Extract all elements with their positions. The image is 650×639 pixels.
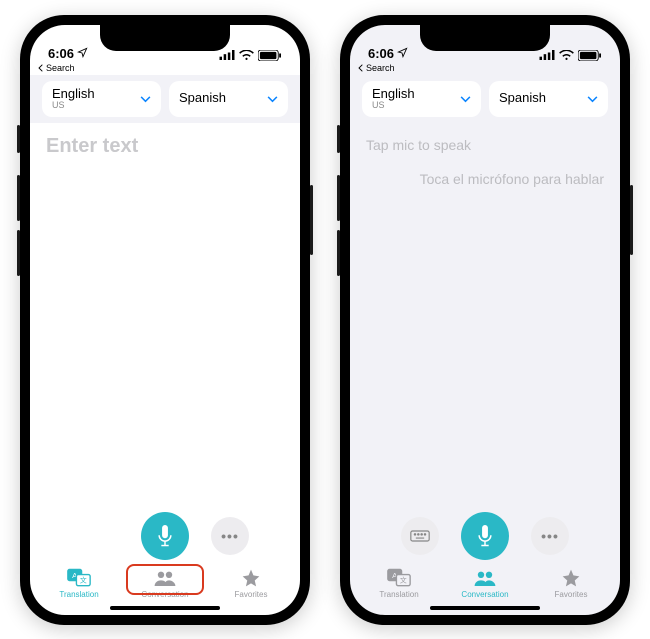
source-language-button[interactable]: English US: [362, 81, 481, 117]
tab-favorites-label: Favorites: [555, 590, 588, 599]
source-language-region: US: [52, 101, 95, 111]
conversation-area: Tap mic to speak Toca el micrófono para …: [350, 123, 620, 506]
power-button: [310, 185, 313, 255]
tab-bar: A文 Translation Conversation Favorites: [350, 564, 620, 615]
volume-up-button: [337, 175, 340, 221]
screen-translation: 6:06 Search English US: [30, 25, 300, 615]
tab-conversation[interactable]: Conversation: [122, 568, 208, 599]
source-language-button[interactable]: English US: [42, 81, 161, 117]
keyboard-input-button[interactable]: [401, 517, 439, 555]
tab-conversation-label: Conversation: [461, 590, 508, 599]
translation-icon: A文: [67, 568, 91, 588]
signal-icon: [539, 50, 555, 60]
controls-row: •••: [30, 506, 300, 564]
target-language-name: Spanish: [179, 91, 226, 105]
status-right: [539, 50, 602, 61]
mute-switch: [337, 125, 340, 153]
screen-conversation: 6:06 Search English US: [350, 25, 620, 615]
status-right: [219, 50, 282, 61]
language-selector-row: English US Spanish: [30, 75, 300, 123]
location-icon: [77, 46, 88, 61]
tab-favorites[interactable]: Favorites: [528, 568, 614, 599]
source-language-name: English: [372, 87, 415, 101]
text-input-area[interactable]: Enter text: [30, 123, 300, 506]
chevron-down-icon: [267, 92, 278, 106]
back-to-search[interactable]: Search: [350, 63, 620, 75]
source-language-region: US: [372, 101, 415, 111]
wifi-icon: [239, 50, 254, 61]
more-options-button[interactable]: •••: [531, 517, 569, 555]
volume-up-button: [17, 175, 20, 221]
chevron-down-icon: [587, 92, 598, 106]
tab-translation[interactable]: A文 Translation: [36, 568, 122, 599]
more-options-button[interactable]: •••: [211, 517, 249, 555]
tab-conversation[interactable]: Conversation: [442, 568, 528, 599]
star-icon: [239, 568, 263, 588]
target-language-button[interactable]: Spanish: [169, 81, 288, 117]
status-time: 6:06: [48, 46, 74, 61]
signal-icon: [219, 50, 235, 60]
back-to-search[interactable]: Search: [30, 63, 300, 75]
phone-frame-left: 6:06 Search English US: [20, 15, 310, 625]
home-indicator[interactable]: [430, 606, 540, 610]
target-language-name: Spanish: [499, 91, 546, 105]
microphone-button[interactable]: [461, 512, 509, 560]
source-language-name: English: [52, 87, 95, 101]
chevron-left-icon: [358, 64, 364, 72]
location-icon: [397, 46, 408, 61]
battery-icon: [258, 50, 282, 61]
back-label: Search: [366, 63, 395, 73]
phone-frame-right: 6:06 Search English US: [340, 15, 630, 625]
back-label: Search: [46, 63, 75, 73]
controls-row: •••: [350, 506, 620, 564]
translation-icon: A文: [387, 568, 411, 588]
microphone-icon: [156, 525, 174, 547]
tab-favorites[interactable]: Favorites: [208, 568, 294, 599]
wifi-icon: [559, 50, 574, 61]
star-icon: [559, 568, 583, 588]
chevron-left-icon: [38, 64, 44, 72]
tab-favorites-label: Favorites: [235, 590, 268, 599]
battery-icon: [578, 50, 602, 61]
tab-bar: A文 Translation Conversation Favorites: [30, 564, 300, 615]
language-selector-row: English US Spanish: [350, 75, 620, 123]
people-icon: [473, 568, 497, 588]
text-input-placeholder: Enter text: [46, 135, 284, 158]
microphone-button[interactable]: [141, 512, 189, 560]
tab-translation-label: Translation: [59, 590, 98, 599]
conversation-tab-highlight: [126, 564, 204, 595]
chevron-down-icon: [140, 92, 151, 106]
notch: [100, 25, 230, 51]
chevron-down-icon: [460, 92, 471, 106]
microphone-icon: [476, 525, 494, 547]
prompt-target-language: Toca el micrófono para hablar: [366, 171, 604, 187]
svg-text:文: 文: [80, 575, 87, 584]
tab-translation-label: Translation: [379, 590, 418, 599]
volume-down-button: [17, 230, 20, 276]
keyboard-icon: [410, 530, 430, 542]
power-button: [630, 185, 633, 255]
mute-switch: [17, 125, 20, 153]
target-language-button[interactable]: Spanish: [489, 81, 608, 117]
svg-text:文: 文: [400, 575, 407, 584]
volume-down-button: [337, 230, 340, 276]
home-indicator[interactable]: [110, 606, 220, 610]
tab-translation[interactable]: A文 Translation: [356, 568, 442, 599]
prompt-source-language: Tap mic to speak: [366, 137, 604, 153]
notch: [420, 25, 550, 51]
status-time: 6:06: [368, 46, 394, 61]
